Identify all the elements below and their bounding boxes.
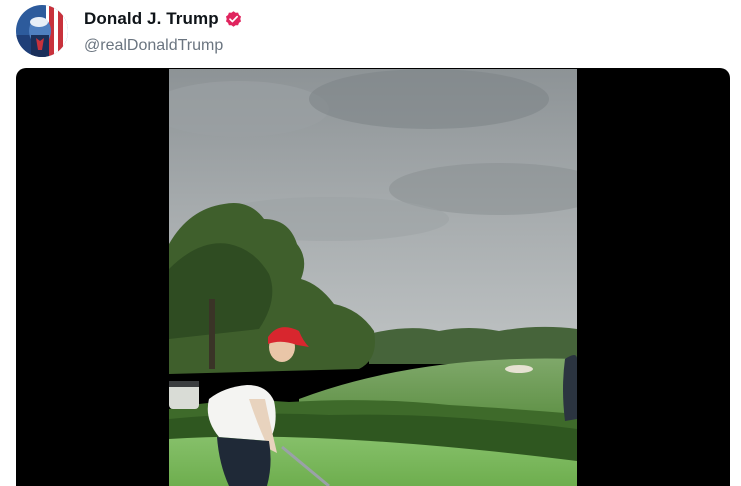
golf-scene-image (169, 69, 577, 486)
avatar[interactable] (16, 5, 68, 57)
video-frame[interactable] (169, 69, 577, 486)
avatar-image (16, 5, 68, 57)
verified-badge-icon (224, 10, 243, 29)
author-name-row[interactable]: Donald J. Trump (84, 8, 243, 30)
post-header: Donald J. Trump @realDonaldTrump (0, 0, 741, 64)
author-handle[interactable]: @realDonaldTrump (84, 37, 223, 55)
author-display-name[interactable]: Donald J. Trump (84, 9, 219, 29)
video-player[interactable] (16, 68, 730, 486)
